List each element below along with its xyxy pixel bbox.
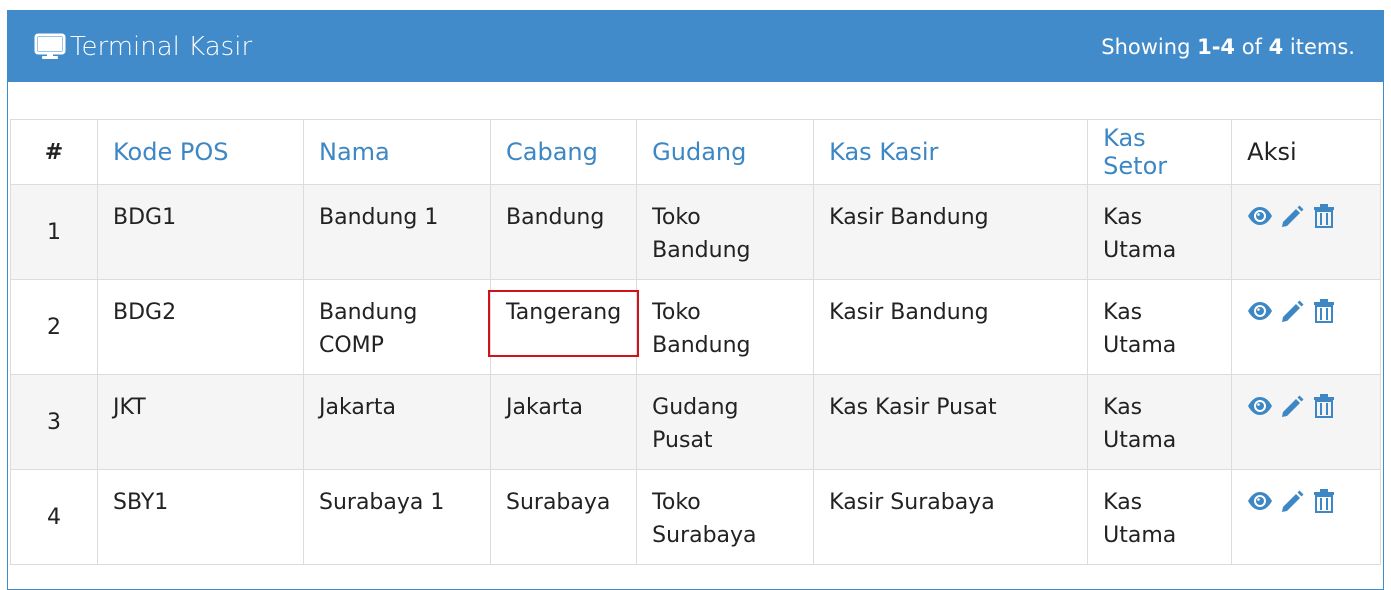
- cell-kode-pos: BDG1: [97, 184, 304, 280]
- cell-kas-setor: Kas Utama: [1087, 184, 1233, 280]
- cell-nama: Surabaya 1: [303, 469, 491, 565]
- cell-number: 4: [10, 469, 98, 565]
- cell-kas-kasir: Kasir Bandung: [813, 184, 1089, 280]
- cell-nama: Bandung 1: [303, 184, 491, 280]
- cell-gudang: Toko Bandung: [636, 184, 815, 280]
- cell-gudang: Gudang Pusat: [636, 374, 815, 470]
- table-row: 1 BDG1 Bandung 1 Bandung Toko Bandung Ka…: [10, 184, 1381, 280]
- column-header-kas-kasir[interactable]: Kas Kasir: [813, 119, 1089, 185]
- column-header-aksi: Aksi: [1231, 119, 1381, 185]
- cell-kas-kasir: Kasir Bandung: [813, 279, 1089, 375]
- cell-gudang: Toko Surabaya: [636, 469, 815, 565]
- monitor-icon: [34, 33, 66, 59]
- cell-kas-kasir: Kas Kasir Pusat: [813, 374, 1089, 470]
- cell-number: 3: [10, 374, 98, 470]
- cell-kode-pos: BDG2: [97, 279, 304, 375]
- cell-cabang: Surabaya: [489, 469, 638, 565]
- eye-icon[interactable]: [1247, 203, 1273, 229]
- cell-kas-setor: Kas Utama: [1087, 374, 1233, 470]
- trash-icon[interactable]: [1311, 488, 1337, 514]
- cell-nama: Bandung COMP: [303, 279, 491, 375]
- eye-icon[interactable]: [1247, 488, 1273, 514]
- cell-cabang: Jakarta: [489, 374, 638, 470]
- panel-title: Terminal Kasir: [34, 32, 252, 62]
- cell-kode-pos: JKT: [97, 374, 304, 470]
- pencil-icon[interactable]: [1279, 298, 1305, 324]
- pencil-icon[interactable]: [1279, 203, 1305, 229]
- column-header-kode-pos[interactable]: Kode POS: [97, 119, 304, 185]
- cell-gudang: Toko Bandung: [636, 279, 815, 375]
- column-header-nama[interactable]: Nama: [303, 119, 491, 185]
- cell-aksi: [1231, 469, 1381, 565]
- trash-icon[interactable]: [1311, 298, 1337, 324]
- column-header-gudang[interactable]: Gudang: [636, 119, 815, 185]
- table-header-row: # Kode POS Nama Cabang Gudang Kas Kasir …: [10, 119, 1381, 185]
- cell-cabang: Tangerang: [489, 279, 638, 375]
- trash-icon[interactable]: [1311, 203, 1337, 229]
- panel-header: Terminal Kasir Showing 1-4 of 4 items.: [8, 11, 1383, 82]
- cell-kas-kasir: Kasir Surabaya: [813, 469, 1089, 565]
- row-actions: [1247, 391, 1365, 419]
- cell-kode-pos: SBY1: [97, 469, 304, 565]
- row-actions: [1247, 296, 1365, 324]
- cell-kas-setor: Kas Utama: [1087, 279, 1233, 375]
- column-header-number: #: [10, 119, 98, 185]
- cell-cabang: Bandung: [489, 184, 638, 280]
- cell-aksi: [1231, 374, 1381, 470]
- table-row: 3 JKT Jakarta Jakarta Gudang Pusat Kas K…: [10, 374, 1381, 470]
- table-row: 4 SBY1 Surabaya 1 Surabaya Toko Surabaya…: [10, 469, 1381, 565]
- row-actions: [1247, 201, 1365, 229]
- trash-icon[interactable]: [1311, 393, 1337, 419]
- cell-nama: Jakarta: [303, 374, 491, 470]
- cell-kas-setor: Kas Utama: [1087, 469, 1233, 565]
- column-header-cabang[interactable]: Cabang: [489, 119, 638, 185]
- terminal-kasir-panel: Terminal Kasir Showing 1-4 of 4 items. #…: [7, 10, 1384, 590]
- terminal-table: # Kode POS Nama Cabang Gudang Kas Kasir …: [10, 119, 1381, 565]
- pagination-summary: Showing 1-4 of 4 items.: [1101, 34, 1355, 59]
- pencil-icon[interactable]: [1279, 488, 1305, 514]
- column-header-kas-setor[interactable]: Kas Setor: [1087, 119, 1233, 185]
- cell-aksi: [1231, 184, 1381, 280]
- eye-icon[interactable]: [1247, 298, 1273, 324]
- cell-aksi: [1231, 279, 1381, 375]
- row-actions: [1247, 486, 1365, 514]
- cell-number: 2: [10, 279, 98, 375]
- panel-title-text: Terminal Kasir: [70, 31, 253, 62]
- table-row: 2 BDG2 Bandung COMP Tangerang Toko Bandu…: [10, 279, 1381, 375]
- pencil-icon[interactable]: [1279, 393, 1305, 419]
- cell-number: 1: [10, 184, 98, 280]
- eye-icon[interactable]: [1247, 393, 1273, 419]
